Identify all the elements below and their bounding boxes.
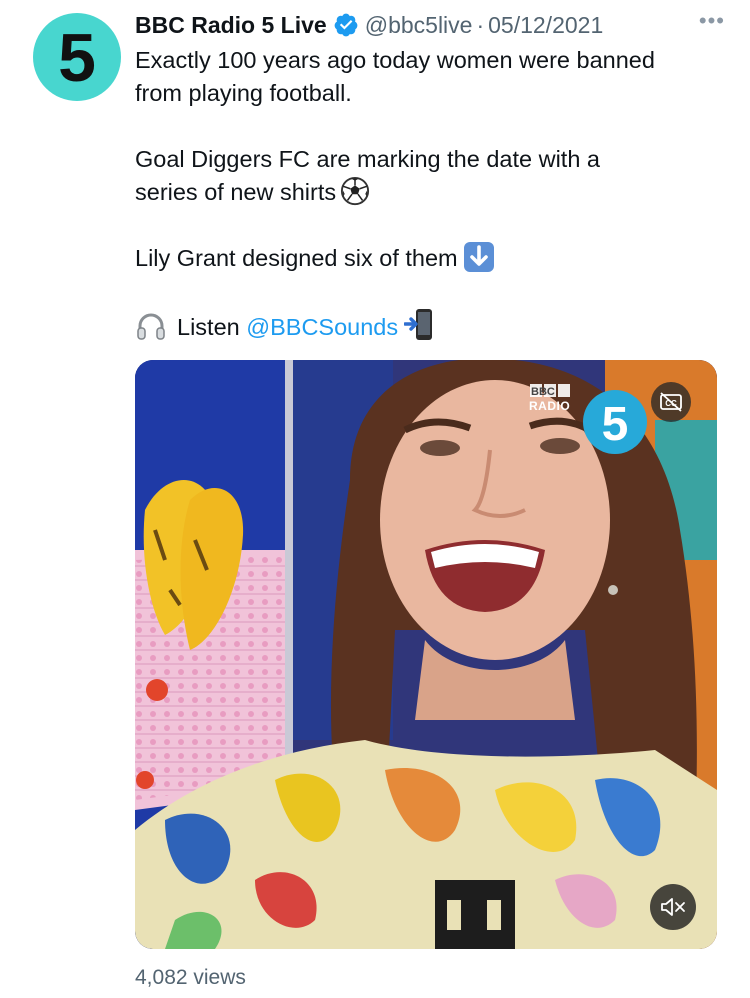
speaker-muted-icon [661,898,685,916]
tweet-line: Goal Diggers FC are marking the date wit… [135,146,600,172]
tweet-header: BBC Radio 5 Live @bbc5live · 05/12/2021 … [135,8,725,42]
display-name[interactable]: BBC Radio 5 Live [135,12,327,39]
captions-button[interactable]: CC [651,382,691,422]
logo-number: 5 [602,398,629,451]
mobile-phone-arrow-icon [404,309,433,340]
tweet-line: series of new shirts [135,176,735,209]
headphones-icon [137,313,165,340]
listen-label: Listen [177,314,240,340]
tweet-text: Exactly 100 years ago today women were b… [135,44,735,344]
more-options-icon[interactable]: ••• [699,8,725,34]
tweet-line: Lily Grant designed six of them [135,242,735,275]
tweet-line: Listen @BBCSounds [135,308,735,344]
bbc-radio-5-logo: BBC RADIO 5 [527,382,647,467]
mute-button[interactable] [650,884,696,930]
view-count: 4,082 views [135,966,246,989]
video-player[interactable]: BBC RADIO 5 CC [135,360,717,949]
tweet-line-text: series of new shirts [135,179,337,205]
tweet-line: from playing football. [135,80,352,106]
tweet-line-text: Lily Grant designed six of them [135,245,458,271]
mention-link[interactable]: @BBCSounds [246,314,398,340]
down-arrow-icon [463,242,494,272]
separator-dot: · [476,11,485,38]
handle[interactable]: @bbc5live [365,12,473,39]
logo-radio-text: RADIO [529,399,570,413]
tweet-date[interactable]: 05/12/2021 [488,12,603,39]
avatar-text: 5 [58,20,96,96]
verified-badge-icon [334,13,358,37]
tweet-line: Exactly 100 years ago today women were b… [135,47,655,73]
cc-icon: CC [660,392,682,412]
logo-bbc-text: BBC [531,386,555,398]
avatar[interactable]: 5 [33,13,121,101]
soccer-ball-icon [341,176,370,206]
tweet: 5 BBC Radio 5 Live @bbc5live · 05/12/202… [0,0,750,998]
